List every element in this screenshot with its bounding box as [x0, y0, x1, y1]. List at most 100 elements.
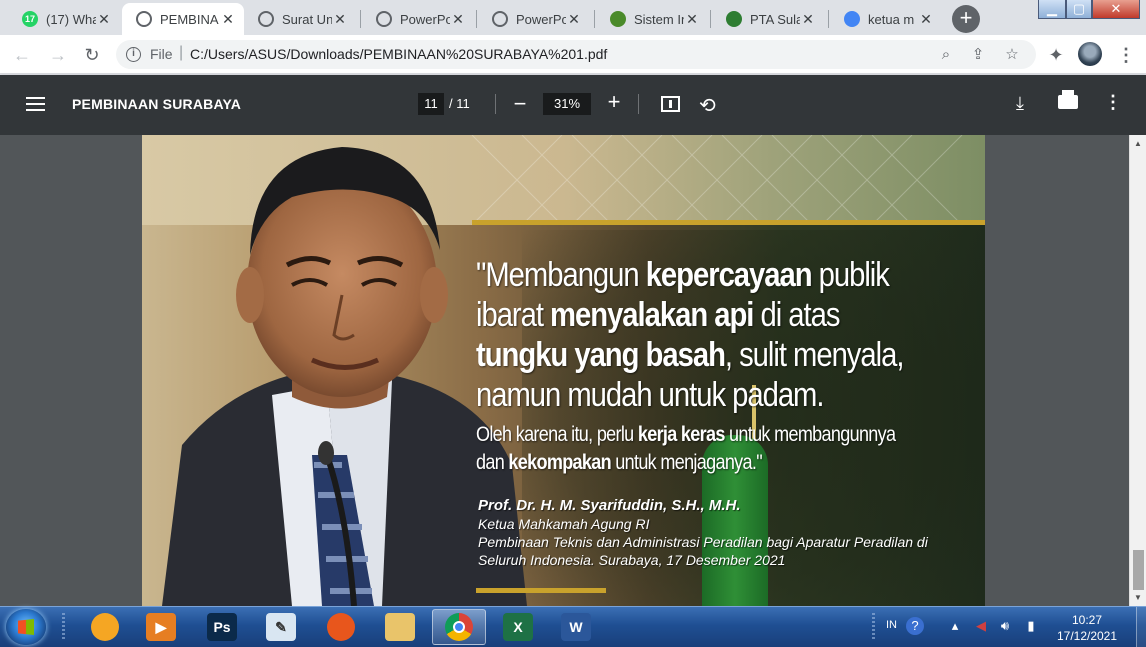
pdf-viewport[interactable]: "Membangun kepercayaan publik ibarat meny… [0, 135, 1129, 606]
show-desktop-button[interactable] [1136, 607, 1146, 647]
tab-strip: 17 (17) Wha ✕ PEMBINA ✕ Surat Un ✕ PowerPo ✕ Powe… [0, 0, 1146, 35]
close-tab-icon[interactable]: ✕ [96, 11, 112, 28]
quote-large-lines: "Membangun kepercayaan publik ibarat meny… [476, 255, 966, 415]
sidebar-menu-icon[interactable] [26, 97, 45, 111]
volume-icon[interactable]: 🔊︎ [996, 617, 1014, 635]
quote-emphasis: menyalakan api [550, 296, 754, 334]
tab-title: PowerPo [400, 11, 450, 27]
address-bar[interactable]: i File | C:/Users/ASUS/Downloads/PEMBINA… [116, 40, 1036, 69]
tab-divider [360, 10, 361, 28]
browser-tab[interactable]: 17 (17) Wha ✕ [8, 3, 120, 35]
page-number-input[interactable]: 11 [418, 93, 444, 115]
taskbar-app-button[interactable]: X [491, 609, 545, 645]
media-player-icon: ▶ [146, 613, 176, 641]
close-tab-icon[interactable]: ✕ [800, 11, 816, 28]
share-icon[interactable]: ⇪ [968, 45, 988, 65]
taskbar-app-button[interactable] [373, 609, 427, 645]
gold-underline [476, 588, 606, 593]
close-tab-icon[interactable]: ✕ [918, 11, 934, 28]
tab-divider [828, 10, 829, 28]
quote-text: namun mudah untuk padam. [476, 376, 825, 414]
system-tray: IN ? ▴ ◀ 🔊︎ ▮ 10:27 17/12/2021 [872, 607, 1146, 647]
fit-to-page-icon[interactable] [661, 96, 680, 112]
browser-tab[interactable]: PEMBINA ✕ [122, 3, 244, 35]
taskbar-app-button[interactable]: Ps [195, 609, 249, 645]
tray-grip [872, 613, 875, 641]
download-icon[interactable]: ⤓ [1016, 93, 1024, 114]
taskbar-app-button[interactable] [432, 609, 486, 645]
back-button[interactable]: ← [10, 43, 34, 67]
taskbar-app-button[interactable]: ✎ [254, 609, 308, 645]
browser-menu-icon[interactable]: ⋮ [1114, 43, 1138, 67]
file-explorer-icon [385, 613, 415, 641]
taskbar-app-button[interactable]: ▶ [134, 609, 188, 645]
taskbar-app-button[interactable]: W [549, 609, 603, 645]
tab-title: PTA Sula [750, 11, 800, 27]
browser-tab[interactable]: PowerPo ✕ [478, 3, 590, 35]
extensions-icon[interactable]: ✦ [1044, 43, 1068, 67]
page-total: / 11 [449, 96, 470, 111]
globe-icon [376, 11, 392, 27]
word-icon: W [561, 613, 591, 641]
scroll-up-arrow-icon[interactable]: ▲ [1134, 139, 1142, 148]
pta-logo-icon [726, 11, 742, 27]
notepad-icon: ✎ [266, 613, 296, 641]
network-icon[interactable]: ◀ [972, 617, 990, 635]
language-indicator[interactable]: IN [886, 619, 897, 631]
tray-expand-icon[interactable]: ▴ [946, 617, 964, 635]
separator [638, 94, 639, 114]
browser-tab[interactable]: Sistem In ✕ [596, 3, 708, 35]
browser-tab[interactable]: PowerPo ✕ [362, 3, 474, 35]
google-icon [844, 11, 860, 27]
separator [495, 94, 496, 114]
profile-avatar[interactable] [1078, 42, 1102, 66]
quote-block: "Membangun kepercayaan publik ibarat meny… [476, 255, 966, 477]
zoom-out-button[interactable]: − [510, 91, 530, 117]
minimize-button[interactable]: ▁ [1038, 0, 1066, 19]
quote-text: ibarat [476, 296, 551, 334]
scroll-down-arrow-icon[interactable]: ▼ [1134, 593, 1142, 602]
close-tab-icon[interactable]: ✕ [332, 11, 348, 28]
start-button[interactable] [6, 609, 46, 645]
tab-title: (17) Wha [46, 11, 96, 27]
tab-divider [710, 10, 711, 28]
zoom-icon[interactable]: ⌕ [936, 45, 956, 65]
vertical-scrollbar[interactable]: ▲ ▼ [1129, 135, 1146, 606]
more-options-icon[interactable]: ⋮ [1104, 92, 1122, 113]
print-icon[interactable] [1058, 90, 1078, 109]
url-text[interactable]: C:/Users/ASUS/Downloads/PEMBINAAN%20SURA… [190, 46, 607, 62]
globe-icon [492, 11, 508, 27]
close-tab-icon[interactable]: ✕ [684, 11, 700, 28]
quote-line: namun mudah untuk padam. [476, 375, 897, 415]
attribution-event-line: Pembinaan Teknis dan Administrasi Peradi… [478, 534, 928, 550]
close-tab-icon[interactable]: ✕ [220, 11, 236, 28]
maximize-button[interactable]: ▢ [1066, 0, 1092, 19]
quote-line: ibarat menyalakan api di atas [476, 295, 897, 335]
rotate-icon[interactable]: ⟲ [699, 93, 716, 118]
close-window-button[interactable]: ✕ [1092, 0, 1140, 19]
browser-tab[interactable]: PTA Sula ✕ [712, 3, 824, 35]
zoom-in-button[interactable]: + [603, 89, 625, 115]
clock[interactable]: 10:27 17/12/2021 [1046, 612, 1128, 644]
forward-button[interactable]: → [46, 43, 70, 67]
scrollbar-thumb[interactable] [1133, 550, 1144, 590]
taskbar-app-button[interactable] [314, 609, 368, 645]
taskbar-app-button[interactable] [78, 609, 132, 645]
close-tab-icon[interactable]: ✕ [450, 11, 466, 28]
quote-text: untuk membangunnya [724, 423, 896, 446]
bookmark-star-icon[interactable]: ☆ [1002, 45, 1022, 65]
quote-text: publik [811, 256, 890, 294]
windows-taskbar: ▶ Ps ✎ X W IN ? ▴ ◀ 🔊︎ ▮ 10:27 17/12/2021 [0, 606, 1146, 647]
new-tab-button[interactable]: + [952, 5, 980, 33]
help-icon[interactable]: ? [906, 617, 924, 635]
info-icon[interactable]: i [126, 47, 141, 62]
browser-tab[interactable]: ketua m ✕ [830, 3, 942, 35]
quote-line: "Membangun kepercayaan publik [476, 255, 897, 295]
zoom-level-input[interactable]: 31% [543, 93, 591, 115]
power-icon[interactable]: ▮ [1022, 617, 1040, 635]
tab-divider [476, 10, 477, 28]
reload-button[interactable]: ↻ [80, 43, 104, 67]
browser-tab[interactable]: Surat Un ✕ [244, 3, 356, 35]
close-tab-icon[interactable]: ✕ [566, 11, 582, 28]
clock-time: 10:27 [1071, 613, 1103, 627]
